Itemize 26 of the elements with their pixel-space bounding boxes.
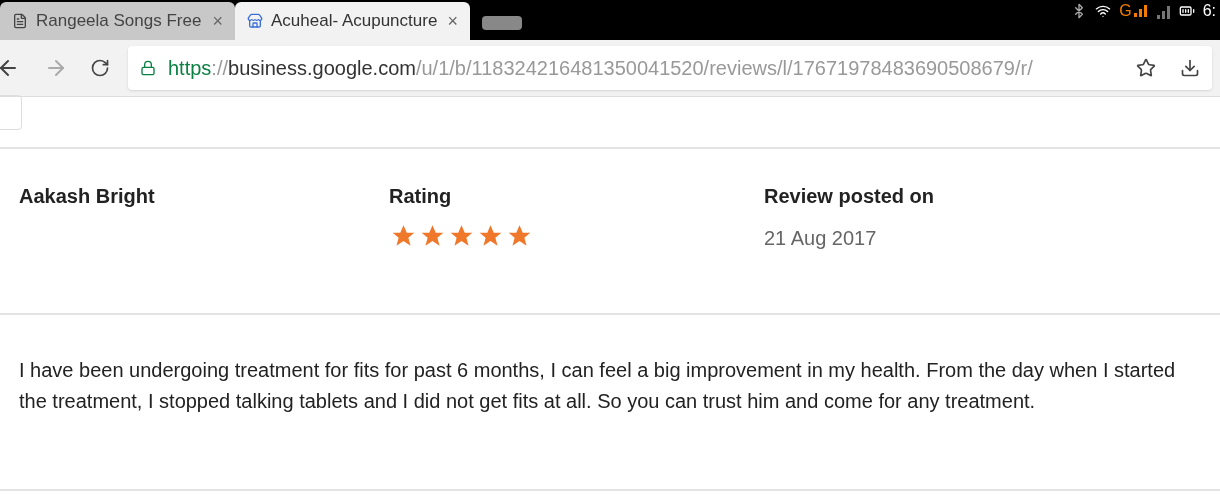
store-icon <box>247 13 263 29</box>
download-icon[interactable] <box>1180 58 1200 78</box>
review-text: I have been undergoing treatment for fits for past 6 months, I can feel a big improvement in my health. From the day when I started the treatment, I stopped talking tablets and I did not get fits at all. So you can trust him and come for any treatment. <box>19 358 1177 414</box>
new-tab-button[interactable] <box>482 16 522 30</box>
network-type: G <box>1119 1 1132 21</box>
close-tab-button[interactable]: × <box>212 7 223 35</box>
date-label: Review posted on <box>764 184 936 209</box>
tab-title: Rangeela Songs Free <box>36 10 203 33</box>
bookmark-icon[interactable] <box>1136 58 1156 78</box>
review-date: 21 Aug 2017 <box>764 226 878 251</box>
rating-label: Rating <box>389 184 453 209</box>
wifi-icon <box>1095 3 1112 19</box>
battery-icon <box>1178 3 1195 19</box>
clock: 6: <box>1202 1 1216 21</box>
signal-icon <box>1133 5 1147 17</box>
browser-tab[interactable]: Rangeela Songs Free × <box>0 2 235 40</box>
url-text: https://business.google.com/u/1/b/118324216481350041520/reviews/l/17671978483690508679/r/ <box>168 56 1034 81</box>
lock-icon <box>140 60 156 76</box>
reviewer-name: Aakash Bright <box>19 184 156 209</box>
reload-icon[interactable] <box>90 58 110 78</box>
address-bar[interactable]: https://business.google.com/u/1/b/118324216481350041520/reviews/l/17671978483690508679/r/ <box>128 46 1212 90</box>
signal-icon <box>1154 3 1171 19</box>
close-tab-button[interactable]: × <box>447 7 458 35</box>
tab-title: Acuheal- Acupuncture <box>271 10 439 33</box>
browser-tab[interactable]: Acuheal- Acupuncture × <box>235 2 470 40</box>
page-icon <box>12 13 28 29</box>
